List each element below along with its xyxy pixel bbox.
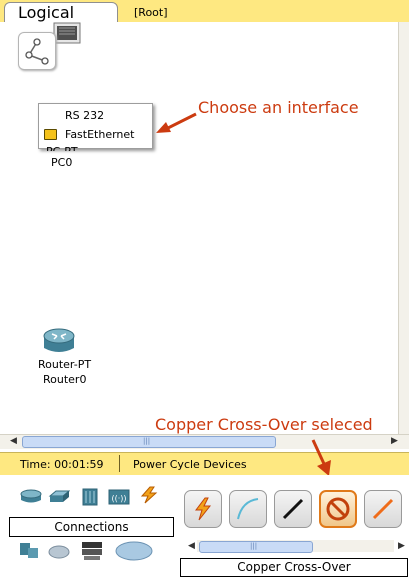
scroll-thumb[interactable]: |||	[199, 541, 313, 553]
menu-item-rs232[interactable]: RS 232	[39, 107, 152, 125]
copper-selected-annotation: Copper Cross-Over seleced	[155, 415, 373, 434]
scroll-left-icon[interactable]: ◀	[8, 436, 19, 447]
scroll-grip: |||	[143, 437, 151, 445]
svg-text:((·)): ((·))	[111, 494, 126, 503]
console-cable-button[interactable]	[229, 490, 267, 528]
hub-icon[interactable]	[80, 488, 102, 506]
end-device-icon[interactable]	[18, 542, 40, 560]
pc-type-label: PC-PT	[46, 145, 86, 151]
router-name-label: Router0	[43, 373, 87, 386]
interface-menu: RS 232 FastEthernet	[38, 103, 153, 149]
router-icon[interactable]	[20, 488, 42, 506]
scroll-right-icon[interactable]: ▶	[389, 436, 400, 447]
wireless-icon[interactable]: ((·))	[108, 488, 130, 506]
router-icon[interactable]	[42, 326, 76, 356]
status-divider	[119, 455, 120, 472]
scroll-grip: |||	[250, 542, 258, 550]
wan-emulation-icon[interactable]	[48, 542, 70, 560]
annotation-arrow-icon	[156, 112, 197, 133]
root-path-label[interactable]: [Root]	[134, 6, 168, 19]
network-topology-icon	[25, 38, 49, 65]
console-cable-icon	[237, 498, 259, 520]
annotation-down-arrow-icon	[311, 439, 331, 476]
menu-item-label: FastEthernet	[65, 128, 135, 141]
connection-icon[interactable]	[138, 486, 160, 504]
fiber-icon	[372, 498, 394, 520]
ethernet-port-icon	[44, 129, 57, 140]
scroll-thumb[interactable]: |||	[22, 436, 276, 448]
vertical-scrollbar[interactable]	[398, 22, 409, 434]
fiber-cable-button[interactable]	[364, 490, 402, 528]
horizontal-scrollbar[interactable]: ◀ ||| ▶	[0, 434, 409, 449]
pc-name-label: PC0	[51, 156, 73, 169]
automatic-connection-icon	[195, 497, 212, 521]
copper-straight-through-button[interactable]	[274, 490, 312, 528]
simulation-time: Time: 00:01:59	[20, 458, 104, 471]
copper-cross-over-button[interactable]	[319, 490, 357, 528]
category-name-label: Connections	[54, 520, 129, 534]
copper-straight-through-icon	[282, 498, 304, 520]
router-type-label: Router-PT	[38, 358, 92, 371]
scroll-left-icon[interactable]: ◀	[186, 541, 197, 552]
power-cycle-button[interactable]: Power Cycle Devices	[133, 458, 247, 471]
menu-item-fastethernet[interactable]: FastEthernet	[39, 126, 152, 144]
selected-cable-label: Copper Cross-Over	[237, 560, 351, 574]
choose-interface-annotation: Choose an interface	[198, 98, 359, 117]
logical-tab-label: Logical	[18, 3, 75, 22]
automatic-connection-button[interactable]	[184, 490, 222, 528]
switch-icon[interactable]	[48, 488, 70, 506]
custom-device-icon[interactable]	[80, 540, 106, 562]
multiuser-icon[interactable]	[114, 540, 154, 562]
logical-view-icon[interactable]	[18, 32, 56, 70]
menu-item-label: RS 232	[65, 109, 105, 122]
scroll-right-icon[interactable]: ▶	[396, 541, 407, 552]
copper-cross-over-icon	[326, 497, 350, 521]
